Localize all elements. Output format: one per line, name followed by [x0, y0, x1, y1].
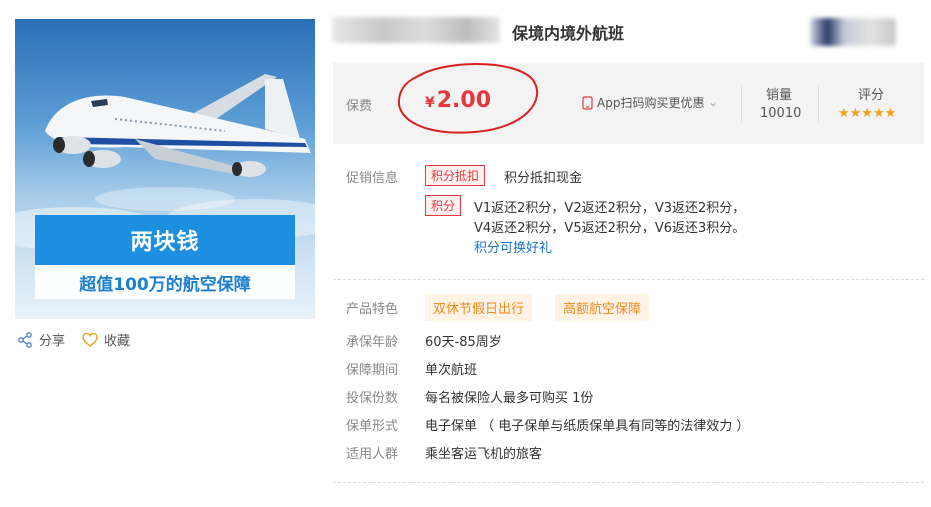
detail-value-quantity: 每名被保险人最多可购买 1份 — [425, 391, 594, 406]
price-label: 保费 — [346, 99, 373, 114]
sales-value: 10010 — [760, 106, 802, 121]
blurred-brand — [332, 17, 500, 43]
sales-label: 销量 — [766, 88, 793, 103]
share-button[interactable]: 分享 — [17, 330, 65, 349]
rating-stars: ★★★★★ — [838, 106, 897, 121]
promo-text: 积分抵扣现金 — [504, 171, 583, 186]
heart-icon — [82, 332, 98, 347]
divider — [333, 482, 924, 483]
product-title: 保境内境外航班 — [512, 24, 625, 43]
detail-value-period: 单次航班 — [425, 363, 478, 378]
detail-label-period: 保障期间 — [346, 363, 399, 378]
chevron-down-icon: ⌄ — [708, 96, 718, 109]
favorite-label: 收藏 — [104, 334, 131, 349]
blurred-logo — [810, 18, 896, 46]
features-label: 产品特色 — [346, 302, 399, 317]
points-rule-line-1: V1返还2积分，V2返还2积分，V3返还2积分， — [474, 201, 746, 216]
phone-icon — [582, 95, 593, 110]
divider — [818, 86, 819, 122]
divider — [741, 86, 742, 122]
favorite-button[interactable]: 收藏 — [82, 330, 130, 349]
detail-label-quantity: 投保份数 — [346, 391, 399, 406]
feature-tag: 高额航空保障 — [555, 294, 650, 321]
points-gift-link[interactable]: 积分可换好礼 — [474, 237, 552, 256]
share-icon — [18, 331, 32, 348]
rating-label: 评分 — [858, 88, 885, 103]
promo-tag-points-deduct: 积分抵扣 — [425, 165, 486, 186]
feature-tag: 双休节假日出行 — [425, 294, 533, 321]
detail-value-age: 60天-85周岁 — [425, 335, 502, 350]
divider — [333, 279, 924, 280]
banner-sub-text: 超值100万的航空保障 — [35, 265, 295, 299]
promo-tag-points: 积分 — [425, 195, 462, 216]
hand-drawn-circle-annotation — [397, 63, 539, 134]
detail-value-audience: 乘坐客运飞机的旅客 — [425, 447, 543, 462]
detail-label-age: 承保年龄 — [346, 335, 399, 350]
detail-value-policy-form: 电子保单 （ 电子保单与纸质保单具有同等的法律效力 ） — [425, 419, 750, 434]
app-buy-link[interactable]: App扫码购买更优惠 ⌄ — [582, 94, 718, 111]
banner-main-text: 两块钱 — [35, 215, 295, 265]
promo-label: 促销信息 — [346, 171, 399, 186]
detail-label-audience: 适用人群 — [346, 447, 399, 462]
points-rule-line-2: V4返还2积分，V5返还2积分，V6返还3积分。 — [474, 221, 746, 236]
app-buy-label: App扫码购买更优惠 — [597, 96, 705, 110]
detail-label-policy-form: 保单形式 — [346, 419, 399, 434]
share-label: 分享 — [39, 334, 66, 349]
